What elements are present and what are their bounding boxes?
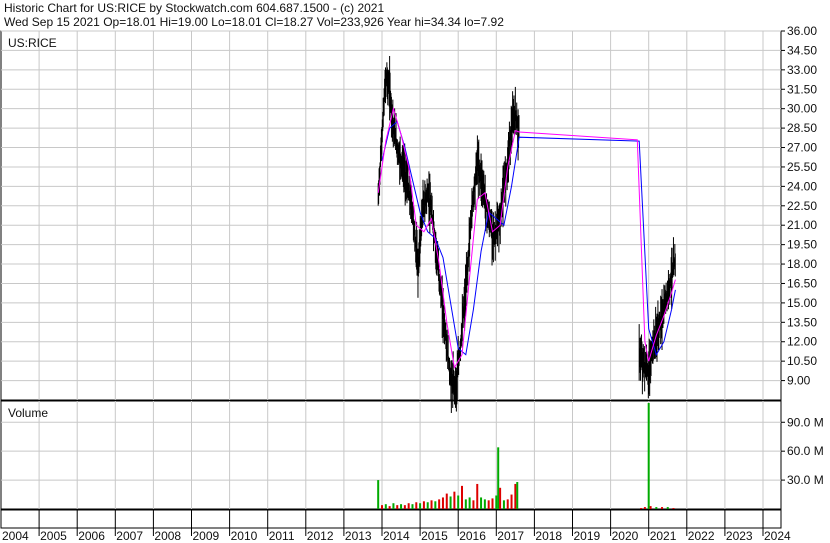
x-tick-label: 2004 [2,529,29,543]
x-tick-label: 2005 [40,529,67,543]
x-tick-label: 2020 [612,529,639,543]
chart-window: Historic Chart for US:RICE by Stockwatch… [0,0,830,543]
x-tick-label: 2023 [726,529,753,543]
x-tick-label: 2009 [193,529,220,543]
x-tick-label: 2013 [345,529,372,543]
x-tick-label: 2024 [764,529,791,543]
x-tick-label: 2007 [116,529,143,543]
volume-panel [0,400,782,510]
volume-tick-label: 60.0 M [787,444,824,458]
volume-tick-label: 30.0 M [787,473,824,487]
x-tick-label: 2017 [497,529,524,543]
price-tick-label: 33.00 [787,63,817,77]
x-tick-label: 2014 [383,529,410,543]
x-tick-label: 2011 [269,529,295,543]
price-tick-label: 12.00 [787,335,817,349]
x-tick-label: 2021 [650,529,677,543]
price-tick-label: 21.00 [787,218,817,232]
price-tick-label: 10.50 [787,354,817,368]
price-tick-label: 9.00 [787,374,811,388]
x-tick-label: 2015 [421,529,448,543]
price-tick-label: 13.50 [787,315,817,329]
price-tick-label: 34.50 [787,43,817,57]
stock-chart: 2004 2005 2006 2007 2008 2009 2010 2011 2012 2013… [0,24,824,543]
x-axis-strip [0,509,782,529]
price-tick-label: 18.00 [787,257,817,271]
x-tick-label: 2012 [307,529,334,543]
volume-label: Volume [8,406,48,420]
price-tick-label: 19.50 [787,238,817,252]
price-tick-label: 25.50 [787,160,817,174]
price-tick-label: 31.50 [787,82,817,96]
price-panel [0,30,782,401]
ticker-label: US:RICE [8,36,57,50]
price-tick-label: 28.50 [787,121,817,135]
price-tick-label: 27.00 [787,141,817,155]
x-tick-label: 2006 [78,529,105,543]
x-tick-label: 2019 [574,529,601,543]
x-tick-label: 2022 [688,529,715,543]
x-tick-label: 2016 [459,529,486,543]
x-tick-label: 2018 [535,529,562,543]
price-tick-label: 15.00 [787,296,817,310]
x-tick-label: 2010 [231,529,258,543]
price-tick-label: 30.00 [787,102,817,116]
price-tick-label: 36.00 [787,24,817,38]
price-tick-label: 24.00 [787,179,817,193]
price-tick-label: 16.50 [787,276,817,290]
volume-tick-label: 90.0 M [787,415,824,429]
x-tick-label: 2008 [154,529,181,543]
price-tick-label: 22.50 [787,199,817,213]
